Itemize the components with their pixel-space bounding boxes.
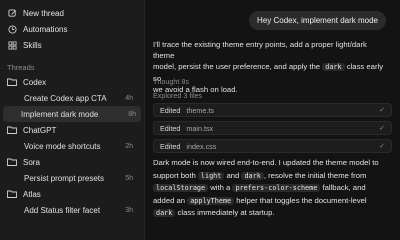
- nav-label: New thread: [23, 8, 64, 18]
- thread-title: Voice mode shortcuts: [24, 141, 101, 151]
- edited-label: Edited: [160, 105, 181, 115]
- intro-line: I'll trace the existing theme entry poin…: [153, 40, 367, 60]
- nav-label: Automations: [23, 24, 68, 34]
- summary-text: , resolve the initial theme from: [263, 170, 367, 180]
- summary-line: dark class immediately at startup.: [153, 207, 389, 220]
- thread-time: 3h: [125, 206, 133, 214]
- thread-title: Create Codex app CTA: [24, 93, 107, 103]
- thread-item[interactable]: Create Codex app CTA 4h: [3, 90, 141, 106]
- new-thread-button[interactable]: New thread: [0, 5, 144, 21]
- summary-line: added an applyTheme helper that toggles …: [153, 195, 389, 208]
- edited-file-row[interactable]: Edited theme.ts ✓: [153, 103, 392, 117]
- inline-code: dark: [322, 63, 345, 71]
- summary-line: localStorage with a prefers-color-scheme…: [153, 182, 389, 195]
- inline-code: applyTheme: [187, 196, 235, 205]
- thread-item-active[interactable]: Implement dark mode 8h: [3, 106, 141, 122]
- automations-button[interactable]: Automations: [0, 21, 144, 37]
- summary-text: and: [226, 170, 240, 180]
- summary-text: class immediately at startup.: [177, 208, 275, 217]
- check-icon: ✓: [379, 124, 385, 132]
- file-name: theme.ts: [186, 105, 214, 115]
- inline-code: dark: [241, 171, 264, 180]
- thread-time: 5h: [125, 174, 133, 182]
- folder-atlas[interactable]: Atlas: [0, 186, 144, 202]
- folder-chatgpt[interactable]: ChatGPT: [0, 122, 144, 138]
- folder-sora[interactable]: Sora: [0, 154, 144, 170]
- nav-label: Skills: [23, 40, 42, 50]
- summary-text: fallback, and: [322, 183, 366, 192]
- edit-icon: [7, 8, 17, 18]
- threads-section-label: Threads: [7, 63, 35, 72]
- summary-text: added an: [153, 195, 186, 205]
- summary-text: helper that toggles the document-level: [236, 195, 367, 205]
- skills-button[interactable]: Skills: [0, 37, 144, 53]
- thread-time: 4h: [125, 94, 133, 102]
- inline-code: dark: [153, 209, 176, 217]
- thread-item[interactable]: Voice mode shortcuts 2h: [3, 138, 141, 154]
- thought-duration[interactable]: Thought 8s: [153, 76, 189, 87]
- folder-name: ChatGPT: [23, 125, 57, 135]
- summary-text: support both: [153, 170, 196, 180]
- file-name: index.css: [186, 141, 217, 151]
- summary-line: support both light and dark, resolve the…: [153, 170, 389, 183]
- summary-line: Dark mode is now wired end-to-end. I upd…: [153, 158, 379, 167]
- sidebar: New thread Automations Skills Threads Co…: [0, 0, 145, 240]
- folder-icon: [7, 189, 17, 199]
- check-icon: ✓: [379, 106, 385, 114]
- folder-name: Atlas: [23, 189, 41, 199]
- folder-icon: [7, 125, 17, 135]
- skills-icon: [7, 40, 17, 50]
- thread-time: 8h: [128, 110, 136, 118]
- thread-item[interactable]: Persist prompt presets 5h: [3, 170, 141, 186]
- inline-code: localStorage: [153, 184, 209, 192]
- edited-file-row[interactable]: Edited index.css ✓: [153, 139, 392, 153]
- edited-label: Edited: [160, 123, 181, 133]
- assistant-summary: Dark mode is now wired end-to-end. I upd…: [153, 157, 389, 220]
- thread-title: Persist prompt presets: [24, 173, 105, 183]
- inline-code: prefers-color-scheme: [232, 184, 321, 192]
- folder-codex[interactable]: Codex: [0, 74, 144, 90]
- explored-files[interactable]: Explored 3 files: [153, 90, 202, 101]
- file-name: main.tsx: [186, 123, 214, 133]
- thread-item[interactable]: Add Status filter facet 3h: [3, 202, 141, 218]
- edited-file-row[interactable]: Edited main.tsx ✓: [153, 121, 392, 135]
- inline-code: light: [197, 171, 225, 180]
- chat-panel: Hey Codex, implement dark mode I'll trac…: [145, 0, 400, 240]
- summary-text: with a: [210, 183, 231, 192]
- clock-icon: [7, 24, 17, 34]
- user-message: Hey Codex, implement dark mode: [249, 11, 386, 30]
- edited-label: Edited: [160, 141, 181, 151]
- thread-title: Implement dark mode: [21, 109, 99, 119]
- thread-time: 2h: [125, 142, 133, 150]
- folder-name: Codex: [23, 77, 47, 87]
- intro-text: model, persist the user preference, and …: [153, 62, 321, 71]
- folder-icon: [7, 157, 17, 167]
- folder-name: Sora: [23, 157, 40, 167]
- check-icon: ✓: [379, 142, 385, 150]
- folder-icon: [7, 77, 17, 87]
- thread-title: Add Status filter facet: [24, 205, 101, 215]
